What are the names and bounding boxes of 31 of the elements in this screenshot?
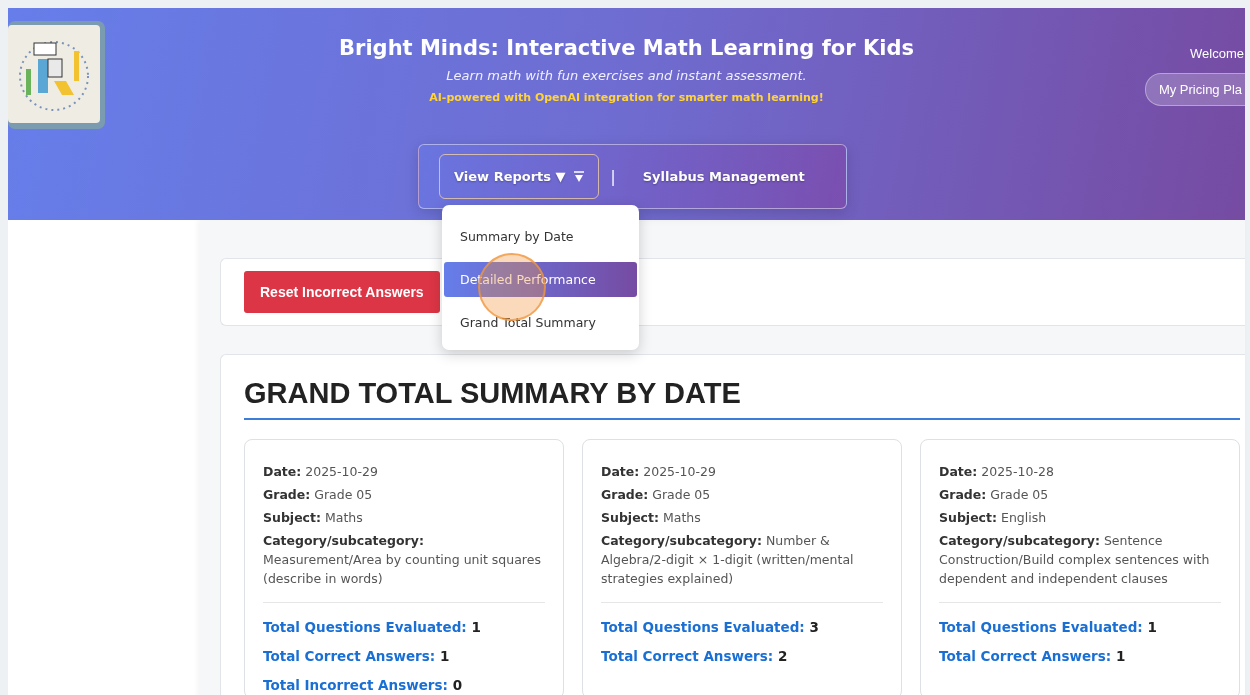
detail-line: Subject: Maths xyxy=(601,509,702,527)
detail-line: Subject: Maths xyxy=(263,509,364,527)
total-line: Total Correct Answers: 1 xyxy=(263,648,451,664)
syllabus-management-link[interactable]: Syllabus Management xyxy=(627,154,820,199)
filter-icon xyxy=(573,170,584,183)
section-heading: GRAND TOTAL SUMMARY BY DATE xyxy=(244,377,1240,420)
detail-line: Date: 2025-10-29 xyxy=(263,463,379,481)
detail-line: Grade: Grade 05 xyxy=(939,486,1050,504)
detail-line: Category/subcategory: Number & Algebra/2-digit × 1-digit (written/mental strategies explained) xyxy=(601,532,855,588)
detail-line: Grade: Grade 05 xyxy=(601,486,712,504)
app-title: Bright Minds: Interactive Math Learning for Kids xyxy=(339,36,914,60)
menu-item[interactable]: Summary by Date xyxy=(444,219,637,254)
detail-line: Date: 2025-10-29 xyxy=(601,463,717,481)
pricing-plan-button[interactable]: My Pricing Pla xyxy=(1144,73,1245,106)
total-line: Total Questions Evaluated: 3 xyxy=(601,619,820,635)
total-line: Total Questions Evaluated: 1 xyxy=(939,619,1158,635)
detail-line: Subject: English xyxy=(939,509,1048,527)
menu-item[interactable]: Grand Total Summary xyxy=(444,305,637,340)
total-line: Total Questions Evaluated: 1 xyxy=(263,619,482,635)
detail-line: Grade: Grade 05 xyxy=(263,486,374,504)
total-line: Total Correct Answers: 2 xyxy=(601,648,789,664)
detail-line: Date: 2025-10-28 xyxy=(939,463,1055,481)
separator: | xyxy=(610,167,616,186)
subtitle: Learn math with fun exercises and instant assessment. xyxy=(446,68,807,83)
detail-line: Category/subcategory: Measurement/Area by counting unit squares (describe in words) xyxy=(263,532,542,588)
reset-button[interactable]: Reset Incorrect Answers xyxy=(244,271,440,313)
tagline: AI-powered with OpenAI integration for smarter math learning! xyxy=(429,91,824,104)
detail-line: Category/subcategory: Sentence Construction/Build complex sentences with dependent and independent clauses xyxy=(939,532,1211,588)
total-line: Total Correct Answers: 1 xyxy=(939,648,1127,664)
welcome-text: Welcome xyxy=(1190,46,1245,61)
total-line: Total Incorrect Answers: 0 xyxy=(263,677,464,693)
